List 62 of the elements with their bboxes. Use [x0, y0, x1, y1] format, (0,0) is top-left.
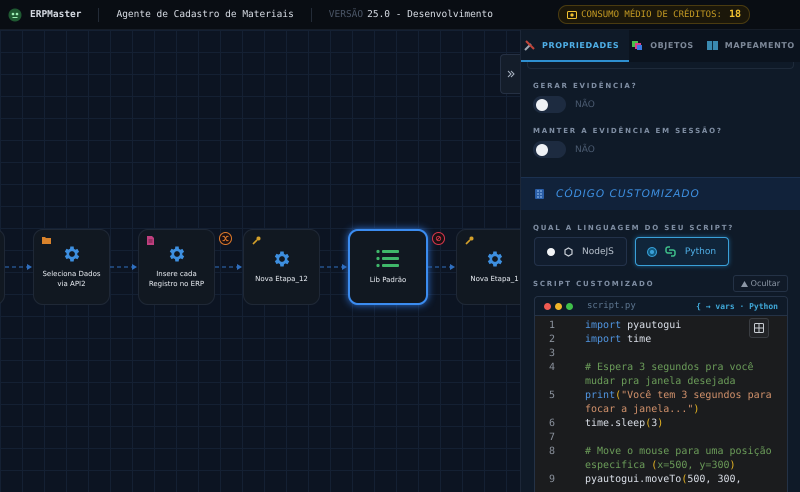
code-line: print("Você tem 3 segundos para focar a janela...") — [585, 389, 773, 417]
tools-icon — [524, 40, 535, 50]
line-number: 9 — [548, 473, 556, 487]
language-option[interactable]: NodeJS — [534, 237, 627, 266]
toggle-switch[interactable] — [533, 96, 566, 113]
line-number: 2 — [548, 333, 556, 347]
squares-icon — [632, 40, 644, 50]
calculator-icon — [535, 189, 544, 199]
window-dot-icon — [544, 302, 551, 310]
toggle-state: NÃO — [575, 100, 595, 110]
code-line: time.sleep(3) — [585, 417, 664, 431]
connector-arrow — [5, 262, 33, 272]
double-chevron-icon — [506, 70, 514, 78]
expand-button[interactable] — [749, 318, 769, 338]
connector-arrow — [428, 262, 456, 272]
toggle-state: NÃO — [575, 144, 595, 154]
triangle-icon — [740, 280, 748, 286]
money-icon — [567, 10, 578, 18]
panel-tab[interactable]: PROPRIEDADES — [521, 30, 630, 62]
connector-arrow — [320, 262, 348, 272]
code-line: # Move o mouse para uma posição especifica (x=500, y=300) — [585, 445, 773, 473]
line-number: 5 — [548, 389, 556, 403]
code-line: import time — [585, 333, 652, 347]
code-line: # Espera 3 segundos pra você mudar pra janela desejada — [585, 361, 755, 389]
section-title: CÓDIGO CUSTOMIZADO — [556, 188, 700, 200]
document-icon — [147, 236, 154, 245]
language-option[interactable]: Python — [634, 237, 730, 266]
connector-arrow — [110, 262, 138, 272]
stop-icon — [432, 232, 445, 245]
python-icon — [664, 246, 676, 257]
panel-tab[interactable]: OBJETOS — [629, 30, 704, 62]
wrench-icon — [252, 236, 261, 245]
line-number: 8 — [548, 445, 556, 459]
hide-button[interactable]: Ocultar — [732, 275, 788, 292]
credits-value: 18 — [728, 9, 741, 20]
collapse-panel-button[interactable] — [500, 54, 520, 94]
vars-hint: { → vars · Python — [696, 302, 778, 310]
toggle-switch[interactable] — [533, 141, 566, 158]
code-line: pyautogui.moveTo(500, 300, — [585, 473, 742, 487]
code-line: import pyautogui — [585, 319, 682, 333]
file-name: script.py — [587, 301, 636, 311]
logo-icon — [8, 8, 22, 22]
line-number: 6 — [548, 417, 556, 431]
app-name: ERPMaster — [30, 9, 82, 20]
version-text: 25.0 - Desenvolvimento — [367, 9, 493, 20]
line-number: 4 — [548, 361, 556, 375]
agent-title: Agente de Cadastro de Materiais — [116, 9, 294, 20]
line-number: 3 — [548, 347, 556, 361]
version-label: VERSÃO — [328, 9, 364, 20]
credits-label: CONSUMO MÉDIO DE CRÉDITOS: — [581, 10, 722, 20]
shuffle-icon — [219, 232, 232, 245]
grid-icon — [754, 323, 764, 333]
line-number: 7 — [548, 431, 556, 445]
window-dot-icon — [566, 302, 573, 310]
connector-arrow — [215, 262, 243, 272]
hexagon-icon — [564, 246, 573, 256]
book-icon — [706, 40, 718, 50]
line-number: 1 — [548, 319, 556, 333]
wrench-icon — [465, 236, 474, 245]
panel-tab[interactable]: MAPEAMENTO — [704, 30, 800, 62]
window-dot-icon — [555, 302, 562, 310]
folder-icon — [42, 236, 51, 244]
